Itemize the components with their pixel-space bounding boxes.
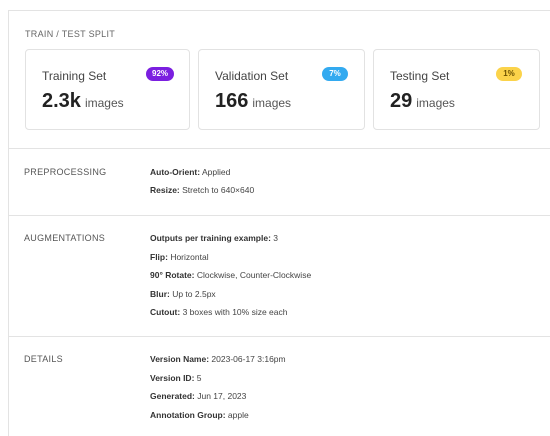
generated-row: Generated: Jun 17, 2023: [150, 391, 247, 401]
validation-count-value: 166: [215, 90, 249, 112]
cutout-row: Cutout: 3 boxes with 10% size each: [150, 307, 288, 317]
rotate-row: 90° Rotate: Clockwise, Counter-Clockwise: [150, 270, 312, 280]
training-count-value: 2.3k: [42, 90, 81, 112]
testing-count-value: 29: [390, 90, 413, 112]
testing-percent-badge: 1%: [496, 67, 522, 81]
training-set-label: Training Set: [42, 69, 107, 83]
flip-row: Flip: Horizontal: [150, 252, 209, 262]
training-set-card[interactable]: Training Set 92% 2.3k images: [25, 49, 190, 130]
version-name-row: Version Name: 2023-06-17 3:16pm: [150, 354, 286, 364]
divider: [9, 336, 550, 337]
details-label: DETAILS: [24, 354, 63, 364]
resize-row: Resize: Stretch to 640×640: [150, 185, 255, 195]
testing-count-unit: images: [416, 96, 455, 110]
validation-set-label: Validation Set: [215, 69, 289, 83]
version-id-row: Version ID: 5: [150, 373, 202, 383]
validation-percent-badge: 7%: [322, 67, 348, 81]
augmentations-label: AUGMENTATIONS: [24, 233, 106, 243]
testing-count: 29 images: [390, 90, 455, 113]
validation-count: 166 images: [215, 90, 291, 113]
divider: [9, 215, 550, 216]
validation-set-card[interactable]: Validation Set 7% 166 images: [198, 49, 365, 130]
annotation-group-row: Annotation Group: apple: [150, 410, 249, 420]
split-section-title: TRAIN / TEST SPLIT: [25, 29, 116, 39]
training-percent-badge: 92%: [146, 67, 175, 81]
outputs-per-example-row: Outputs per training example: 3: [150, 233, 278, 243]
testing-set-card[interactable]: Testing Set 1% 29 images: [373, 49, 540, 130]
training-count: 2.3k images: [42, 90, 124, 113]
training-count-unit: images: [84, 96, 124, 110]
dataset-version-panel: TRAIN / TEST SPLIT Training Set 92% 2.3k…: [8, 10, 550, 436]
validation-count-unit: images: [252, 96, 292, 110]
blur-row: Blur: Up to 2.5px: [150, 289, 216, 299]
testing-set-label: Testing Set: [390, 69, 450, 83]
preprocessing-label: PREPROCESSING: [24, 167, 107, 177]
auto-orient-row: Auto-Orient: Applied: [150, 167, 231, 177]
divider: [9, 148, 550, 149]
